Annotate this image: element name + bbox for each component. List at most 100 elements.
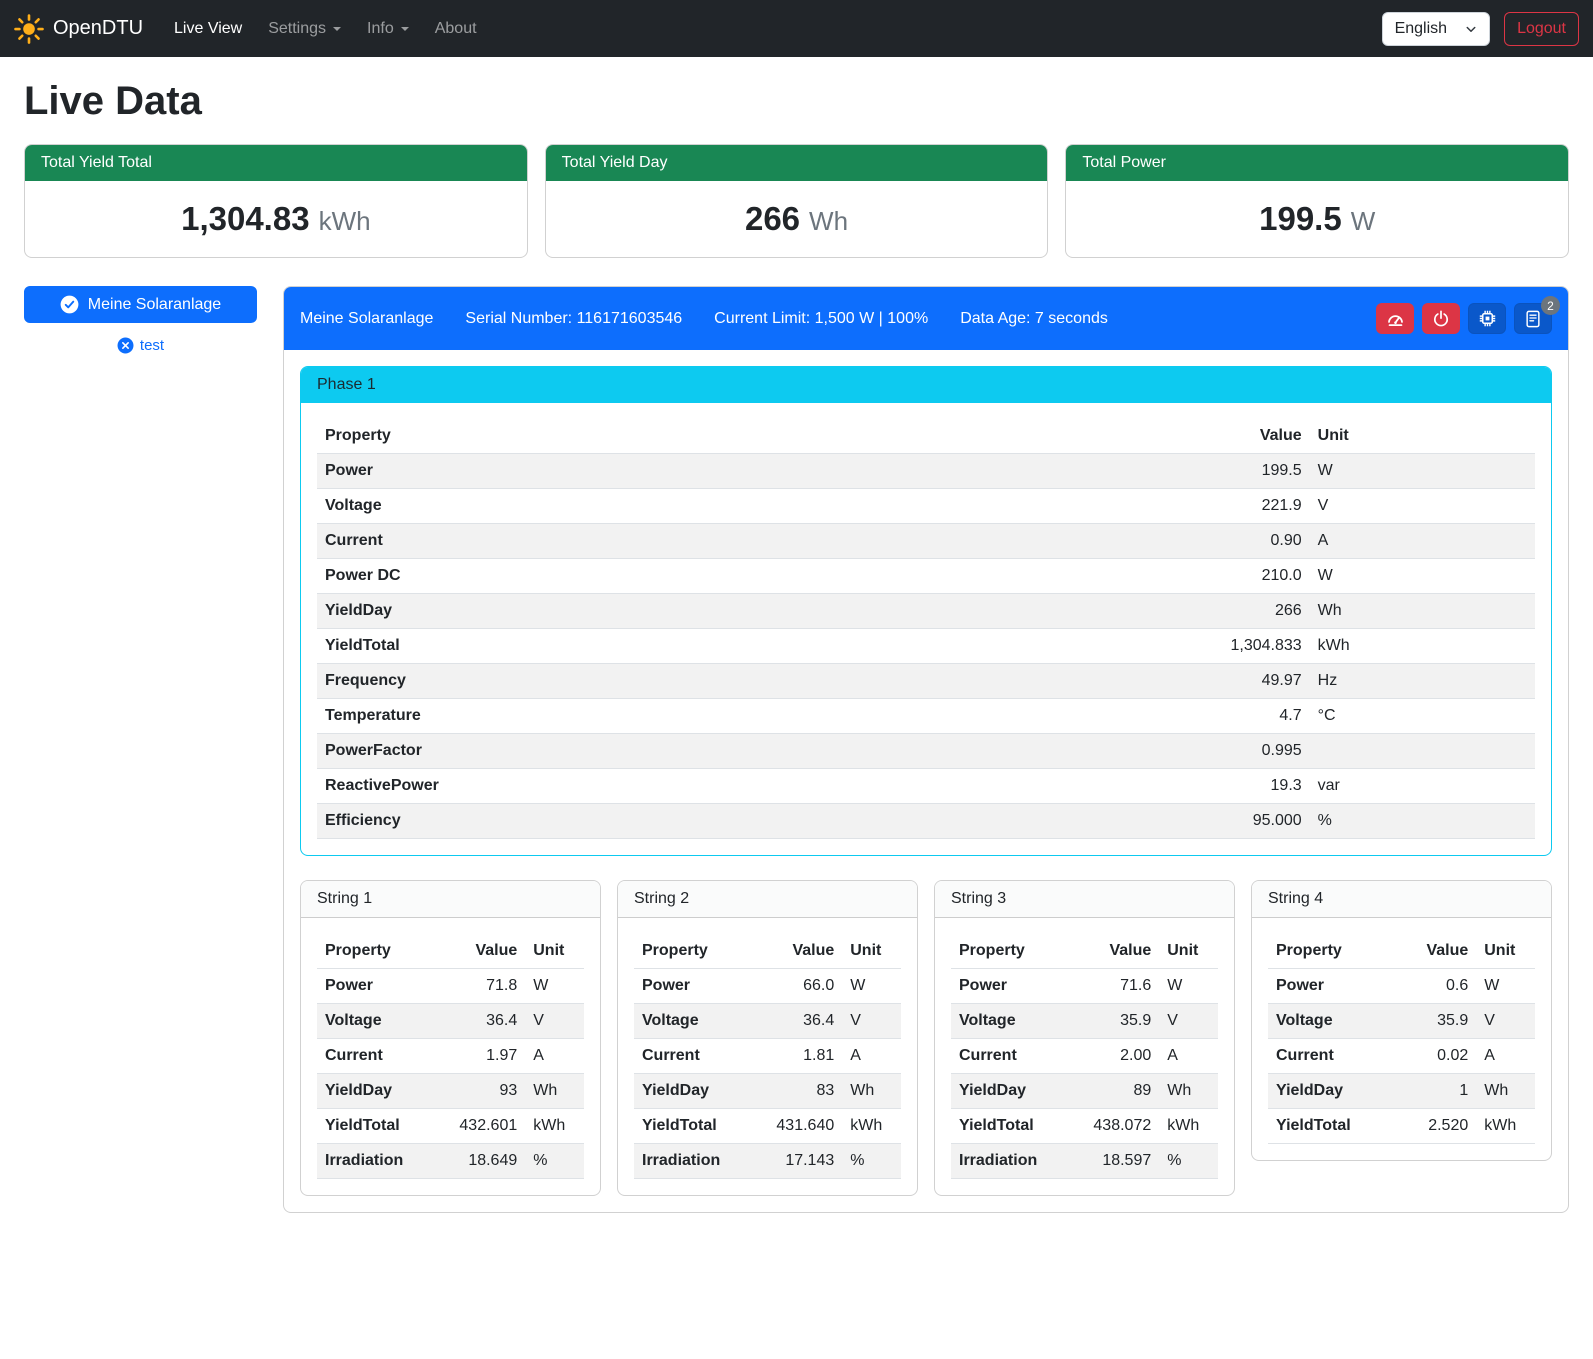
inverter-button-label: Meine Solaranlage (88, 296, 221, 314)
page-title: Live Data (24, 79, 1569, 124)
string-card-body: Property Value Unit Power (1252, 918, 1551, 1160)
property-cell: Current (317, 524, 1084, 559)
string-card-title: String 4 (1252, 881, 1551, 918)
table-row: Voltage 35.9 V (1268, 1004, 1535, 1039)
table-row: Current 0.02 A (1268, 1039, 1535, 1074)
limit-settings-button[interactable] (1376, 303, 1414, 334)
brand[interactable]: OpenDTU (14, 14, 143, 44)
nav-settings[interactable]: Settings (255, 12, 354, 46)
table-row: YieldTotal 431.640 kWh (634, 1109, 901, 1144)
table-row: Voltage 36.4 V (634, 1004, 901, 1039)
sun-icon (14, 14, 44, 44)
unit-cell: kWh (1310, 629, 1535, 664)
string-card-title: String 1 (301, 881, 600, 918)
table-row: Current 2.00 A (951, 1039, 1218, 1074)
table-row: Power 71.8 W (317, 969, 584, 1004)
summary-card-body: 266 Wh (546, 181, 1048, 257)
unit-cell: V (1310, 489, 1535, 524)
column-header-property: Property (634, 934, 768, 969)
nav-info[interactable]: Info (354, 12, 422, 46)
column-header-value: Value (768, 934, 843, 969)
summary-unit: kWh (319, 206, 371, 236)
column-header-property: Property (317, 934, 451, 969)
nav-live-view[interactable]: Live View (161, 12, 255, 46)
value-cell: 1 (1402, 1074, 1477, 1109)
summary-card-body: 199.5W (1066, 181, 1568, 257)
property-cell: Power DC (317, 559, 1084, 594)
table-row: PowerFactor 0.995 (317, 734, 1535, 769)
device-info-button[interactable] (1468, 303, 1506, 334)
value-cell: 71.8 (451, 969, 526, 1004)
table-row: Power 0.6 W (1268, 969, 1535, 1004)
value-cell: 35.9 (1402, 1004, 1477, 1039)
table-row: Irradiation 17.143 % (634, 1144, 901, 1179)
phase-card-title: Phase 1 (301, 367, 1551, 403)
power-icon (1432, 310, 1450, 328)
property-cell: Current (1268, 1039, 1402, 1074)
value-cell: 71.6 (1085, 969, 1160, 1004)
table-row: YieldDay 89 Wh (951, 1074, 1218, 1109)
phase-card: Phase 1 Property Value Unit (300, 366, 1552, 856)
value-cell: 19.3 (1084, 769, 1309, 804)
inverter-button-selected[interactable]: Meine Solaranlage (24, 286, 257, 323)
event-log-button[interactable]: 2 (1514, 303, 1552, 334)
table-row: Current 1.97 A (317, 1039, 584, 1074)
nav-about[interactable]: About (422, 12, 490, 46)
property-cell: Current (317, 1039, 451, 1074)
table-row: Current 1.81 A (634, 1039, 901, 1074)
inverter-data-age: Data Age: 7 seconds (960, 310, 1108, 328)
summary-card-total-yield-day: Total Yield Day 266Wh (545, 144, 1049, 258)
property-cell: YieldTotal (317, 1109, 451, 1144)
property-cell: Efficiency (317, 804, 1084, 839)
chevron-down-icon (1465, 23, 1477, 35)
nav-label: Settings (268, 20, 326, 38)
property-cell: YieldTotal (634, 1109, 768, 1144)
string-card-body: Property Value Unit Power (618, 918, 917, 1195)
unit-cell: V (1159, 1004, 1218, 1039)
unit-cell: A (1476, 1039, 1535, 1074)
value-cell: 95.000 (1084, 804, 1309, 839)
unit-cell: % (842, 1144, 901, 1179)
property-cell: YieldDay (634, 1074, 768, 1109)
table-header-row: Property Value Unit (634, 934, 901, 969)
table-row: Power 66.0 W (634, 969, 901, 1004)
unit-cell: V (842, 1004, 901, 1039)
value-cell: 49.97 (1084, 664, 1309, 699)
table-row: Irradiation 18.597 % (951, 1144, 1218, 1179)
property-cell: Voltage (1268, 1004, 1402, 1039)
column-header-unit: Unit (525, 934, 584, 969)
inverter-link-label: test (140, 337, 164, 354)
logout-button[interactable]: Logout (1504, 12, 1579, 46)
summary-card-total-power: Total Power 199.5W (1065, 144, 1569, 258)
value-cell: 438.072 (1085, 1109, 1160, 1144)
table-row: YieldTotal 438.072 kWh (951, 1109, 1218, 1144)
property-cell: YieldTotal (317, 629, 1084, 664)
cpu-icon (1478, 309, 1497, 328)
value-cell: 2.00 (1085, 1039, 1160, 1074)
nav-label: Live View (174, 20, 242, 38)
power-settings-button[interactable] (1422, 303, 1460, 334)
column-header-value: Value (451, 934, 526, 969)
value-cell: 221.9 (1084, 489, 1309, 524)
property-cell: Power (317, 969, 451, 1004)
unit-cell: V (1476, 1004, 1535, 1039)
inverter-button-test[interactable]: test (111, 335, 170, 356)
value-cell: 2.520 (1402, 1109, 1477, 1144)
language-select[interactable]: English (1382, 12, 1490, 46)
summary-unit: Wh (809, 206, 848, 236)
string-card-1: String 1 Property Value Unit (300, 880, 601, 1196)
gauge-icon (1386, 309, 1405, 328)
unit-cell: Wh (1476, 1074, 1535, 1109)
value-cell: 83 (768, 1074, 843, 1109)
table-row: Power 199.5 W (317, 454, 1535, 489)
unit-cell: A (842, 1039, 901, 1074)
string-card-3: String 3 Property Value Unit (934, 880, 1235, 1196)
string-table: Property Value Unit Power (1268, 934, 1535, 1144)
summary-value: 266 (745, 200, 800, 237)
chevron-down-icon (333, 27, 341, 31)
unit-cell: A (1159, 1039, 1218, 1074)
property-cell: Frequency (317, 664, 1084, 699)
unit-cell: kWh (1159, 1109, 1218, 1144)
unit-cell: A (525, 1039, 584, 1074)
property-cell: Power (634, 969, 768, 1004)
